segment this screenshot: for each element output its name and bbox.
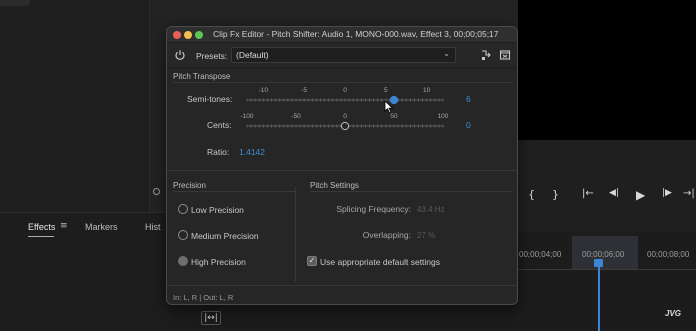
- transport-bar: [518, 140, 696, 232]
- medium-precision-label[interactable]: Medium Precision: [191, 231, 259, 241]
- ripple-edit-icon[interactable]: |↔|: [201, 311, 221, 325]
- column-divider: [295, 187, 296, 282]
- mouse-pointer-icon: [384, 100, 394, 114]
- go-to-in-icon[interactable]: |←: [582, 188, 594, 199]
- section-divider: [173, 191, 295, 192]
- slider-tick-label: -100: [240, 113, 254, 120]
- step-back-icon[interactable]: ◀|: [609, 188, 619, 198]
- screen: Effects ≡ Markers Hist |↔| { } |← ◀| ▶ |…: [0, 0, 696, 331]
- section-divider: [310, 191, 513, 192]
- playhead-line[interactable]: [598, 262, 600, 331]
- save-preset-icon[interactable]: [480, 49, 492, 61]
- timecode-label: 00;00;06;00: [582, 250, 625, 259]
- footer-divider: [167, 285, 517, 286]
- chevron-down-icon: ⌄: [443, 49, 450, 58]
- high-precision-radio[interactable]: [178, 256, 188, 266]
- delete-preset-icon[interactable]: [499, 49, 511, 61]
- slider-tick-label: 0: [343, 113, 347, 120]
- program-monitor: [518, 0, 696, 140]
- slider-tick-label: 5: [384, 87, 388, 94]
- semitones-slider[interactable]: [245, 93, 445, 107]
- clip-fx-editor-window: Clip Fx Editor - Pitch Shifter: Audio 1,…: [166, 26, 518, 305]
- panel-header-strip: [0, 0, 30, 6]
- go-to-out-icon[interactable]: →|: [683, 188, 695, 199]
- default-settings-label[interactable]: Use appropriate default settings: [320, 257, 440, 267]
- slider-tick-label: 0: [343, 87, 347, 94]
- window-title: Clip Fx Editor - Pitch Shifter: Audio 1,…: [213, 29, 499, 39]
- overlapping-value[interactable]: 27 %: [417, 231, 435, 240]
- low-precision-label[interactable]: Low Precision: [191, 205, 244, 215]
- ratio-label: Ratio:: [207, 147, 230, 157]
- low-precision-radio[interactable]: [178, 204, 188, 214]
- presets-dropdown[interactable]: (Default) ⌄: [231, 47, 456, 63]
- playhead-handle[interactable]: [594, 259, 603, 267]
- default-settings-checkbox[interactable]: ✓: [307, 256, 317, 266]
- tab-effects[interactable]: Effects: [28, 222, 55, 232]
- watermark-logo: JVG: [665, 309, 682, 318]
- semitones-label: Semi-tones:: [187, 94, 233, 104]
- splicing-frequency-value[interactable]: 43.4 Hz: [417, 205, 445, 214]
- power-icon[interactable]: [174, 49, 186, 61]
- timecode-label: 00;00;04;00: [519, 250, 562, 259]
- cents-value[interactable]: 0: [466, 120, 471, 130]
- ratio-value: 1.4142: [239, 147, 265, 157]
- slider-tick-label: -5: [301, 87, 308, 94]
- medium-precision-radio[interactable]: [178, 230, 188, 240]
- section-divider: [167, 170, 517, 171]
- splicing-frequency-label: Splicing Frequency:: [336, 204, 411, 214]
- close-window-button[interactable]: [173, 31, 181, 39]
- presets-value: (Default): [236, 50, 269, 60]
- slider-tick-label: -50: [291, 113, 301, 120]
- semitones-value[interactable]: 6: [466, 94, 471, 104]
- project-panel: [0, 0, 150, 212]
- title-bar[interactable]: Clip Fx Editor - Pitch Shifter: Audio 1,…: [167, 27, 517, 43]
- zoom-window-button[interactable]: [195, 31, 203, 39]
- slider-thumb[interactable]: [340, 121, 350, 131]
- panel-toggle-icon[interactable]: [153, 188, 160, 195]
- panel-tabs: Effects ≡ Markers Hist: [0, 212, 170, 331]
- cents-slider[interactable]: [245, 119, 445, 133]
- bottom-toolbar: [186, 305, 518, 331]
- minimize-window-button[interactable]: [184, 31, 192, 39]
- step-forward-icon[interactable]: |▶: [662, 188, 672, 198]
- io-channels-text: In: L, R | Out: L, R: [173, 293, 234, 302]
- mark-out-icon[interactable]: }: [552, 188, 559, 201]
- section-divider: [173, 82, 513, 83]
- pitch-transpose-heading: Pitch Transpose: [173, 72, 231, 81]
- mark-in-icon[interactable]: {: [528, 188, 535, 201]
- tab-history[interactable]: Hist: [145, 222, 161, 232]
- presets-label: Presets:: [196, 51, 228, 61]
- overlapping-label: Overlapping:: [362, 230, 411, 240]
- play-icon[interactable]: ▶: [636, 188, 645, 202]
- cents-label: Cents:: [207, 120, 232, 130]
- pitch-settings-heading: Pitch Settings: [310, 181, 359, 190]
- panel-menu-icon[interactable]: ≡: [60, 221, 68, 231]
- slider-tick-label: 10: [423, 87, 431, 94]
- tab-active-indicator: [28, 236, 54, 237]
- high-precision-label[interactable]: High Precision: [191, 257, 246, 267]
- tab-markers[interactable]: Markers: [85, 222, 118, 232]
- timeline-ruler: [518, 266, 696, 270]
- slider-tick-label: 50: [390, 113, 398, 120]
- slider-tick-label: -10: [258, 87, 269, 94]
- timecode-label: 00;00;08;00: [647, 250, 690, 259]
- toolbar: Presets: (Default) ⌄: [167, 43, 517, 68]
- slider-tick-label: 100: [437, 113, 449, 120]
- precision-heading: Precision: [173, 181, 206, 190]
